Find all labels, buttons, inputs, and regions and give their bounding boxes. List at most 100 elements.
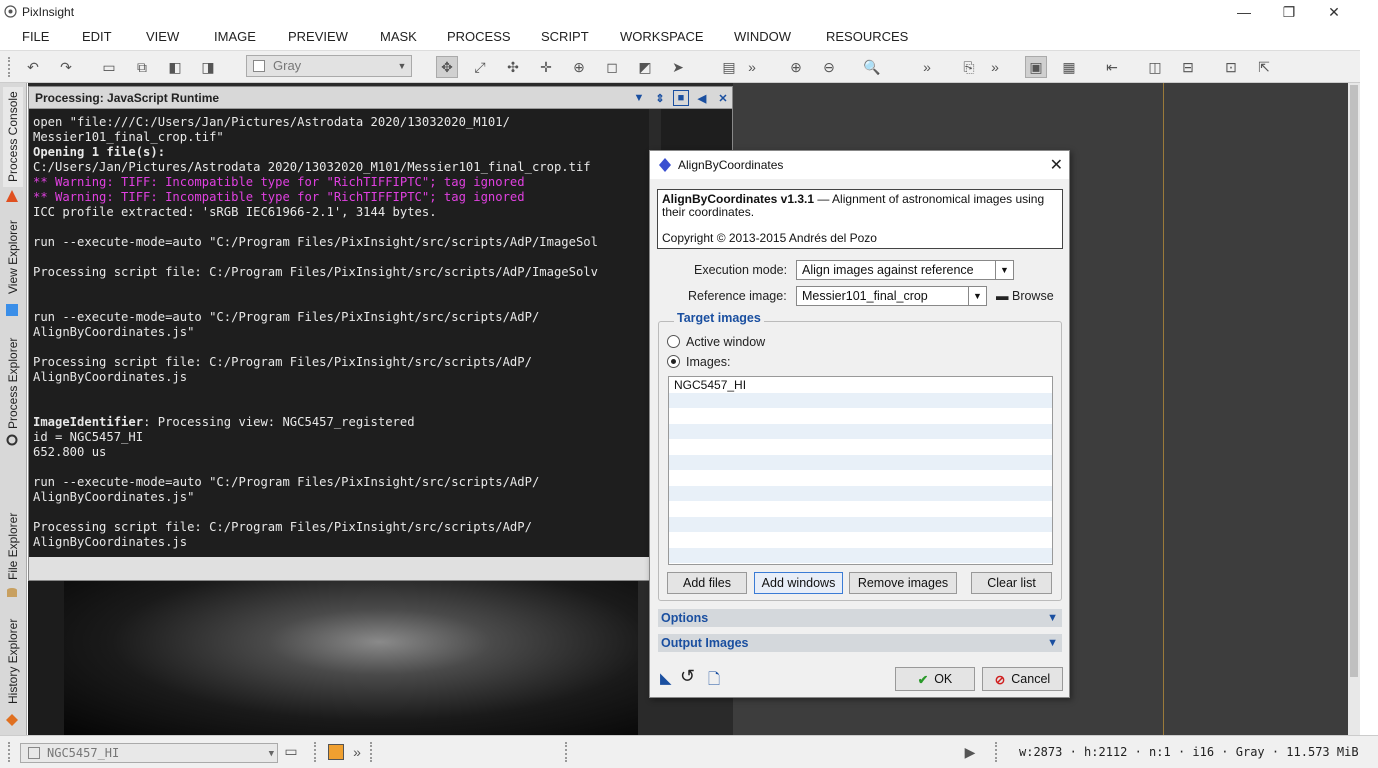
expand-icon: ▼ <box>1047 612 1058 624</box>
cascade-icon[interactable]: ⊟ <box>1177 56 1199 78</box>
tab-history-explorer[interactable]: History Explorer <box>3 613 23 709</box>
new-image-icon[interactable]: ▭ <box>98 56 120 78</box>
move-icon[interactable]: ⊕ <box>568 56 590 78</box>
add-files-button[interactable]: Add files <box>667 572 747 594</box>
title-bar: PixInsight — ❐ ✕ <box>0 0 1378 24</box>
galaxy-image[interactable] <box>64 580 638 735</box>
menu-window[interactable]: WINDOW <box>734 29 791 44</box>
display-icon[interactable]: ▣ <box>1025 56 1047 78</box>
close-icon[interactable]: ✕ <box>715 90 731 106</box>
menu-resources[interactable]: RESOURCES <box>826 29 908 44</box>
menu-edit[interactable]: EDIT <box>82 29 112 44</box>
app-title: PixInsight <box>22 5 75 19</box>
overflow3-chevron-icon[interactable]: » <box>988 56 1002 78</box>
console-line: ImageIdentifier: Processing view: NGC545… <box>33 415 415 429</box>
overflow2-chevron-icon[interactable]: » <box>920 56 934 78</box>
remove-images-button[interactable]: Remove images <box>849 572 957 594</box>
output-images-section[interactable]: Output Images ▼ <box>658 634 1062 652</box>
images-list[interactable]: NGC5457_HI <box>668 376 1053 565</box>
menu-mask[interactable]: MASK <box>380 29 417 44</box>
active-window-radio[interactable] <box>667 335 680 348</box>
color-space-select[interactable]: Gray ▼ <box>246 55 412 77</box>
mirror-icon[interactable]: ◩ <box>634 56 656 78</box>
clear-list-button[interactable]: Clear list <box>971 572 1052 594</box>
expand-icon: ▼ <box>1047 637 1058 649</box>
window-icon[interactable]: ▤ <box>718 56 740 78</box>
screen-export-icon[interactable]: ⇱ <box>1253 56 1275 78</box>
statusbar-grip[interactable] <box>8 742 12 762</box>
image-tool-icon[interactable]: ◧ <box>164 56 186 78</box>
pan-icon[interactable]: ✥ <box>436 56 458 78</box>
view-select[interactable]: NGC5457_HI ▼ <box>20 743 278 763</box>
shade-icon[interactable]: ◀ <box>694 90 710 106</box>
resize-icon[interactable]: ⇕ <box>652 90 668 106</box>
arrange-icon[interactable]: ⇤ <box>1101 56 1123 78</box>
toolbar-grip[interactable] <box>8 57 12 77</box>
menu-process[interactable]: PROCESS <box>447 29 511 44</box>
readout-icon[interactable]: ✣ <box>502 56 524 78</box>
list-item[interactable]: NGC5457_HI <box>669 377 1052 393</box>
console-line: Processing script file: C:/Program Files… <box>33 265 598 279</box>
tab-file-explorer[interactable]: File Explorer <box>3 505 23 587</box>
menu-file[interactable]: FILE <box>22 29 49 44</box>
redo-icon[interactable]: ↷ <box>55 56 77 78</box>
cancel-button[interactable]: ⊘ Cancel <box>982 667 1063 691</box>
duplicate-icon[interactable]: ⧉ <box>131 56 153 78</box>
reference-image-select[interactable]: Messier101_final_crop ▼ <box>796 286 987 306</box>
undo-icon[interactable]: ↶ <box>22 56 44 78</box>
tab-view-explorer[interactable]: View Explorer <box>3 215 23 299</box>
zoom-icon[interactable]: 🔍 <box>861 56 883 78</box>
main-toolbar: ↶ ↷ ▭ ⧉ ◧ ◨ ✥ ⤢ ✣ ✛ ⊕ ◻ ◩ ➤ ▤ » ⊕ ⊖ 🔍 » … <box>0 50 1360 83</box>
tile-icon[interactable]: ◫ <box>1144 56 1166 78</box>
document-icon[interactable]: 🗋 <box>708 669 720 694</box>
process-console-window[interactable]: Processing: JavaScript Runtime ▼ ⇕ ■ ◀ ✕… <box>28 86 733 581</box>
list-item <box>669 501 1052 517</box>
zoom-fit-icon[interactable]: ⤢ <box>469 56 491 78</box>
mask-color-icon[interactable] <box>328 744 344 760</box>
pointer-icon[interactable]: ➤ <box>667 56 689 78</box>
dynamic-icon[interactable]: ✛ <box>535 56 557 78</box>
identifier-icon[interactable]: ▭ <box>283 742 299 760</box>
console-input-area[interactable] <box>29 557 732 580</box>
menu-image[interactable]: IMAGE <box>214 29 256 44</box>
list-item <box>669 532 1052 548</box>
overflow-chevron-icon[interactable]: » <box>745 56 759 78</box>
zoom-in-icon[interactable]: ⊕ <box>785 56 807 78</box>
menu-view[interactable]: VIEW <box>146 29 179 44</box>
tab-process-explorer[interactable]: Process Explorer <box>3 333 23 433</box>
new-preview-icon[interactable]: ⎘ <box>958 56 980 78</box>
zoom-out-icon[interactable]: ⊖ <box>818 56 840 78</box>
add-windows-button[interactable]: Add windows <box>754 572 843 594</box>
screen-icon[interactable]: ⊡ <box>1220 56 1242 78</box>
checkbox-icon <box>28 747 40 759</box>
browse-button[interactable]: ▬ Browse <box>996 289 1054 303</box>
reset-icon[interactable]: ↺ <box>680 666 695 687</box>
list-item <box>669 392 1052 408</box>
display24-icon[interactable]: ▦ <box>1058 56 1080 78</box>
list-item <box>669 485 1052 501</box>
maximize-icon[interactable]: ■ <box>673 90 689 106</box>
folder-icon: ▬ <box>996 289 1009 303</box>
new-instance-icon[interactable]: ◣ <box>660 669 672 687</box>
tab-process-console[interactable]: Process Console <box>3 87 23 187</box>
crop-icon[interactable]: ◻ <box>601 56 623 78</box>
console-title: Processing: JavaScript Runtime <box>35 91 220 105</box>
execution-mode-select[interactable]: Align images against reference ▼ <box>796 260 1014 280</box>
menu-workspace[interactable]: WORKSPACE <box>620 29 704 44</box>
play-icon[interactable]: ▶ <box>962 741 978 763</box>
menu-script[interactable]: SCRIPT <box>541 29 589 44</box>
minimize-button[interactable]: — <box>1222 2 1266 22</box>
ok-button[interactable]: ✔ OK <box>895 667 975 691</box>
vertical-scrollbar[interactable] <box>1348 83 1360 735</box>
image-tool2-icon[interactable]: ◨ <box>197 56 219 78</box>
images-radio[interactable] <box>667 355 680 368</box>
menu-preview[interactable]: PREVIEW <box>288 29 348 44</box>
options-section[interactable]: Options ▼ <box>658 609 1062 627</box>
collapse-icon[interactable]: ▼ <box>631 90 647 106</box>
close-button[interactable]: ✕ <box>1312 2 1356 22</box>
dialog-close-icon[interactable]: ✕ <box>1050 155 1063 175</box>
overflow-chevron-icon[interactable]: » <box>350 741 364 763</box>
restore-button[interactable]: ❐ <box>1267 2 1311 22</box>
